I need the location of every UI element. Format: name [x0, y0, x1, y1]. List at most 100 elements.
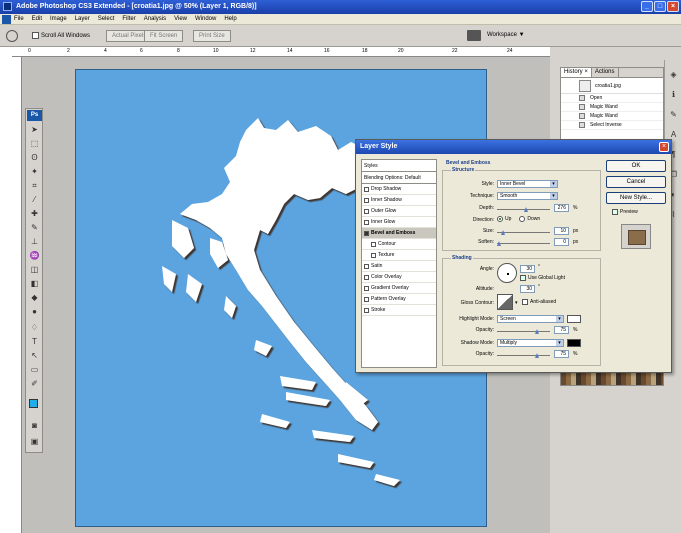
checkbox-checked[interactable]	[520, 275, 526, 281]
shadow-mode-select[interactable]: Multiply ▾	[497, 339, 564, 347]
style-checkbox[interactable]	[364, 219, 369, 225]
scroll-all-checkbox[interactable]: Scroll All Windows	[32, 32, 90, 39]
tab-actions[interactable]: Actions	[592, 68, 619, 77]
depth-slider[interactable]	[497, 207, 550, 212]
size-input[interactable]: 10	[554, 227, 569, 235]
menu-window[interactable]: Window	[195, 16, 216, 22]
workspace-icon[interactable]	[467, 30, 481, 41]
style-checkbox[interactable]	[364, 197, 369, 203]
history-item[interactable]: Magic Wand	[561, 103, 663, 112]
gloss-contour-picker[interactable]	[497, 294, 513, 310]
dodge-tool-icon[interactable]: ●	[29, 307, 40, 317]
cancel-button[interactable]: Cancel	[606, 176, 666, 188]
altitude-input[interactable]: 30	[520, 285, 535, 293]
highlight-color-swatch[interactable]	[567, 315, 581, 323]
dialog-close-button[interactable]: ×	[659, 142, 669, 152]
depth-input[interactable]: 276	[554, 204, 569, 212]
zoom-tool-icon[interactable]	[6, 30, 18, 42]
menu-filter[interactable]: Filter	[122, 16, 135, 22]
checkbox-checked[interactable]	[612, 209, 618, 215]
bevel-style-select[interactable]: Inner Bevel ▾	[497, 180, 558, 188]
style-checkbox[interactable]	[364, 208, 369, 214]
checkbox-box[interactable]	[522, 299, 528, 305]
style-checkbox[interactable]	[364, 186, 369, 192]
preview-checkbox[interactable]: Preview	[612, 209, 638, 215]
checkbox-box[interactable]	[32, 32, 39, 39]
menu-layer[interactable]: Layer	[75, 16, 90, 22]
menu-analysis[interactable]: Analysis	[144, 16, 166, 22]
history-brush-icon[interactable]: ♒	[29, 251, 40, 261]
crop-tool-icon[interactable]: ⌗	[29, 181, 40, 191]
magic-wand-tool-icon[interactable]: ✦	[29, 167, 40, 177]
eyedropper-tool-icon[interactable]: ✐	[29, 379, 40, 389]
chevron-down-icon[interactable]: ▾	[515, 300, 518, 306]
style-checkbox[interactable]	[364, 230, 369, 236]
path-selection-icon[interactable]: ↖	[29, 351, 40, 361]
style-checkbox[interactable]	[364, 285, 369, 291]
fit-screen-button[interactable]: Fit Screen	[144, 30, 184, 42]
menu-file[interactable]: File	[14, 16, 24, 22]
highlight-opacity-input[interactable]: 75	[554, 326, 569, 334]
style-texture[interactable]: Texture	[362, 250, 436, 261]
shadow-opacity-input[interactable]: 75	[554, 350, 569, 358]
ps-menu-icon[interactable]	[2, 15, 11, 24]
style-outer-glow[interactable]: Outer Glow	[362, 206, 436, 217]
info-icon[interactable]: ℹ	[668, 90, 679, 100]
style-gradient-overlay[interactable]: Gradient Overlay	[362, 283, 436, 294]
history-item[interactable]: Open	[561, 94, 663, 103]
style-drop-shadow[interactable]: Drop Shadow	[362, 184, 436, 195]
brushes-icon[interactable]: ✎	[668, 110, 679, 120]
style-inner-shadow[interactable]: Inner Shadow	[362, 195, 436, 206]
style-checkbox[interactable]	[364, 296, 369, 302]
move-tool-icon[interactable]: ➤	[29, 125, 40, 135]
type-tool-icon[interactable]: T	[29, 337, 40, 347]
style-color-overlay[interactable]: Color Overlay	[362, 272, 436, 283]
swatches-strip[interactable]	[560, 372, 664, 386]
blending-options[interactable]: Blending Options: Default	[362, 172, 436, 184]
menu-help[interactable]: Help	[224, 16, 236, 22]
pen-tool-icon[interactable]: ♢	[29, 323, 40, 333]
history-snapshot[interactable]: croatia1.jpg	[561, 78, 663, 94]
quick-mask-icon[interactable]: ◙	[29, 421, 40, 431]
direction-down-radio[interactable]	[519, 216, 526, 222]
eraser-tool-icon[interactable]: ◫	[29, 265, 40, 275]
style-checkbox[interactable]	[371, 241, 376, 247]
highlight-mode-select[interactable]: Screen ▾	[497, 315, 564, 323]
soften-input[interactable]: 0	[554, 238, 569, 246]
highlight-opacity-slider[interactable]	[497, 329, 550, 334]
maximize-button[interactable]: □	[654, 1, 666, 12]
shape-tool-icon[interactable]: ▭	[29, 365, 40, 375]
style-contour[interactable]: Contour	[362, 239, 436, 250]
style-checkbox[interactable]	[364, 274, 369, 280]
style-checkbox[interactable]	[364, 263, 369, 269]
blur-tool-icon[interactable]: ◆	[29, 293, 40, 303]
menu-view[interactable]: View	[174, 16, 187, 22]
menu-image[interactable]: Image	[50, 16, 67, 22]
antialiased-checkbox[interactable]: Anti-aliased	[522, 299, 556, 305]
shadow-color-swatch[interactable]	[567, 339, 581, 347]
style-pattern-overlay[interactable]: Pattern Overlay	[362, 294, 436, 305]
clone-stamp-icon[interactable]: ⊥	[29, 237, 40, 247]
marquee-tool-icon[interactable]: ⬚	[29, 139, 40, 149]
close-window-button[interactable]: ×	[667, 1, 679, 12]
menu-edit[interactable]: Edit	[32, 16, 42, 22]
size-slider[interactable]	[497, 230, 550, 235]
slice-tool-icon[interactable]: ⁄	[29, 195, 40, 205]
print-size-button[interactable]: Print Size	[193, 30, 231, 42]
menu-select[interactable]: Select	[98, 16, 115, 22]
brush-tool-icon[interactable]: ✎	[29, 223, 40, 233]
shadow-opacity-slider[interactable]	[497, 353, 550, 358]
direction-up-radio[interactable]	[497, 216, 503, 222]
lasso-tool-icon[interactable]: ʘ	[29, 153, 40, 163]
tab-history[interactable]: History ×	[561, 68, 592, 77]
new-style-button[interactable]: New Style...	[606, 192, 666, 204]
workspace-menu[interactable]: Workspace ▼	[487, 32, 525, 38]
ok-button[interactable]: OK	[606, 160, 666, 172]
style-satin[interactable]: Satin	[362, 261, 436, 272]
style-inner-glow[interactable]: Inner Glow	[362, 217, 436, 228]
soften-slider[interactable]	[497, 241, 550, 246]
style-stroke[interactable]: Stroke	[362, 305, 436, 316]
minimize-button[interactable]: _	[641, 1, 653, 12]
healing-brush-icon[interactable]: ✚	[29, 209, 40, 219]
angle-dial[interactable]	[497, 263, 517, 283]
